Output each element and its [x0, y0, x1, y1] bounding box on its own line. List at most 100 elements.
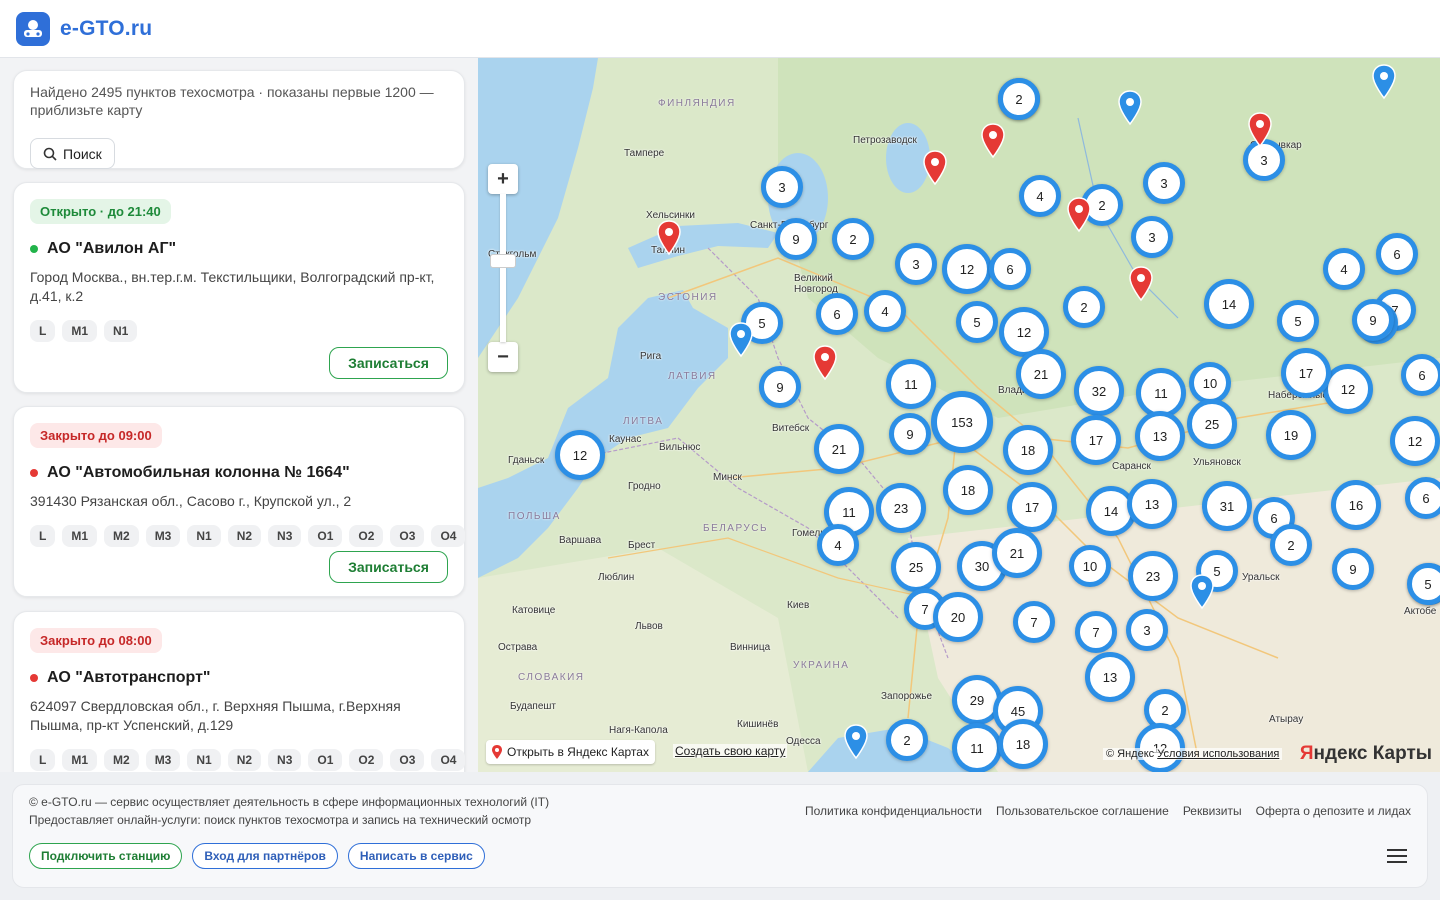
- map-cluster[interactable]: 19: [1266, 410, 1316, 460]
- map-cluster[interactable]: 13: [1085, 652, 1135, 702]
- map-pin-red[interactable]: [1066, 197, 1092, 233]
- map-cluster[interactable]: 32: [1074, 366, 1124, 416]
- privacy-policy-link[interactable]: Политика конфиденциальности: [805, 804, 982, 818]
- terms-link[interactable]: Условия использования: [1157, 748, 1279, 760]
- map-cluster[interactable]: 17: [1071, 415, 1121, 465]
- map-cluster[interactable]: 12: [555, 430, 605, 480]
- map-cluster[interactable]: 5: [1277, 300, 1319, 342]
- partner-login-button[interactable]: Вход для партнёров: [192, 843, 338, 869]
- menu-icon[interactable]: [1387, 849, 1407, 867]
- map-pin-red[interactable]: [812, 345, 838, 381]
- map-cluster[interactable]: 9: [1332, 548, 1374, 590]
- map-cluster[interactable]: 2: [886, 719, 928, 761]
- map-pin-blue[interactable]: [1117, 90, 1143, 126]
- map-cluster[interactable]: 4: [817, 524, 859, 566]
- station-card[interactable]: Закрыто до 09:00 АО "Автомобильная колон…: [13, 406, 466, 597]
- map-pin-red[interactable]: [1128, 266, 1154, 302]
- open-in-yandex-link[interactable]: Открыть в Яндекс Картах: [486, 740, 655, 764]
- yandex-maps-logo[interactable]: Яндекс Карты: [1300, 743, 1432, 765]
- map-pin-red[interactable]: [656, 220, 682, 256]
- map-cluster[interactable]: 13: [1135, 411, 1185, 461]
- map-cluster[interactable]: 6: [1376, 233, 1418, 275]
- map-cluster[interactable]: 21: [814, 424, 864, 474]
- map-cluster[interactable]: 18: [943, 465, 993, 515]
- map-cluster[interactable]: 18: [998, 719, 1048, 769]
- map-cluster[interactable]: 4: [1323, 248, 1365, 290]
- map-cluster[interactable]: 31: [1202, 481, 1252, 531]
- map-cluster[interactable]: 3: [1126, 609, 1168, 651]
- connect-station-button[interactable]: Подключить станцию: [29, 843, 183, 869]
- car-logo-icon[interactable]: [16, 11, 50, 46]
- map-cluster[interactable]: 153: [931, 391, 993, 453]
- station-name[interactable]: АО "Автотранспорт": [30, 669, 448, 687]
- map-cluster[interactable]: 17: [1281, 348, 1331, 398]
- zoom-in-button[interactable]: +: [488, 164, 518, 194]
- map-pin-blue[interactable]: [728, 322, 754, 358]
- map-cluster[interactable]: 17: [1007, 482, 1057, 532]
- map-cluster[interactable]: 25: [1187, 399, 1237, 449]
- map-cluster[interactable]: 18: [1003, 425, 1053, 475]
- map-cluster[interactable]: 9: [1352, 299, 1394, 341]
- map-cluster[interactable]: 16: [1331, 480, 1381, 530]
- create-map-link[interactable]: Создать свою карту: [673, 744, 788, 758]
- map-cluster[interactable]: 9: [889, 413, 931, 455]
- map-cluster[interactable]: 2: [998, 78, 1040, 120]
- map-cluster[interactable]: 23: [1128, 551, 1178, 601]
- map-cluster[interactable]: 2: [1270, 524, 1312, 566]
- contact-service-button[interactable]: Написать в сервис: [347, 843, 485, 869]
- map-cluster[interactable]: 9: [775, 218, 817, 260]
- map-pin-red[interactable]: [1247, 112, 1273, 148]
- map-cluster[interactable]: 7: [1075, 611, 1117, 653]
- map-cluster[interactable]: 14: [1204, 279, 1254, 329]
- user-agreement-link[interactable]: Пользовательское соглашение: [996, 804, 1169, 818]
- map-cluster[interactable]: 9: [759, 366, 801, 408]
- map-cluster[interactable]: 13: [1127, 479, 1177, 529]
- requisites-link[interactable]: Реквизиты: [1183, 804, 1242, 818]
- map-cluster[interactable]: 3: [1143, 162, 1185, 204]
- map-cluster[interactable]: 21: [992, 528, 1042, 578]
- zoom-slider-handle[interactable]: [490, 254, 516, 268]
- map-cluster[interactable]: 2: [1063, 286, 1105, 328]
- map-cluster[interactable]: 3: [1131, 216, 1173, 258]
- zoom-out-button[interactable]: −: [488, 342, 518, 372]
- map-pin-blue[interactable]: [843, 724, 869, 760]
- category-tag: N3: [268, 749, 302, 771]
- map-cluster[interactable]: 4: [864, 290, 906, 332]
- map-cluster[interactable]: 11: [886, 359, 936, 409]
- book-button[interactable]: Записаться: [329, 551, 448, 583]
- map-cluster[interactable]: 4: [1019, 175, 1061, 217]
- map-cluster[interactable]: 3: [761, 166, 803, 208]
- map-pin-blue[interactable]: [1189, 574, 1215, 610]
- map-pin-red[interactable]: [980, 123, 1006, 159]
- map-pin-red[interactable]: [922, 150, 948, 186]
- map-cluster[interactable]: 12: [942, 244, 992, 294]
- station-card[interactable]: Закрыто до 08:00 АО "Автотранспорт" 6240…: [13, 611, 466, 772]
- logo-text[interactable]: e-GTO.ru: [60, 17, 152, 41]
- map[interactable]: ФИНЛЯНДИЯ ЭСТОНИЯ ЛАТВИЯ ЛИТВА ПОЛЬША БЕ…: [478, 58, 1440, 772]
- map-cluster[interactable]: 6: [816, 293, 858, 335]
- map-cluster[interactable]: 2: [832, 218, 874, 260]
- zoom-slider[interactable]: [490, 194, 516, 342]
- station-card[interactable]: Открыто · до 21:40 АО "Авилон АГ" Город …: [13, 182, 465, 393]
- search-button[interactable]: Поиск: [30, 138, 115, 169]
- map-cluster[interactable]: 3: [895, 243, 937, 285]
- map-cluster[interactable]: 10: [1189, 362, 1231, 404]
- book-button[interactable]: Записаться: [329, 347, 448, 379]
- map-cluster[interactable]: 21: [1016, 349, 1066, 399]
- map-cluster[interactable]: 6: [1401, 354, 1440, 396]
- map-cluster[interactable]: 25: [891, 542, 941, 592]
- map-cluster[interactable]: 23: [876, 483, 926, 533]
- map-cluster[interactable]: 10: [1069, 545, 1111, 587]
- map-cluster[interactable]: 11: [952, 723, 1002, 772]
- station-name[interactable]: АО "Авилон АГ": [30, 240, 448, 258]
- station-name[interactable]: АО "Автомобильная колонна № 1664": [30, 464, 448, 482]
- map-cluster[interactable]: 20: [933, 592, 983, 642]
- map-cluster[interactable]: 6: [989, 248, 1031, 290]
- map-cluster[interactable]: 12: [1390, 416, 1440, 466]
- map-cluster[interactable]: 5: [956, 301, 998, 343]
- map-pin-blue[interactable]: [1371, 64, 1397, 100]
- map-cluster[interactable]: 6: [1405, 477, 1440, 519]
- deposit-offer-link[interactable]: Оферта о депозите и лидах: [1256, 804, 1411, 818]
- map-cluster[interactable]: 7: [1013, 601, 1055, 643]
- category-tag: M1: [62, 320, 98, 342]
